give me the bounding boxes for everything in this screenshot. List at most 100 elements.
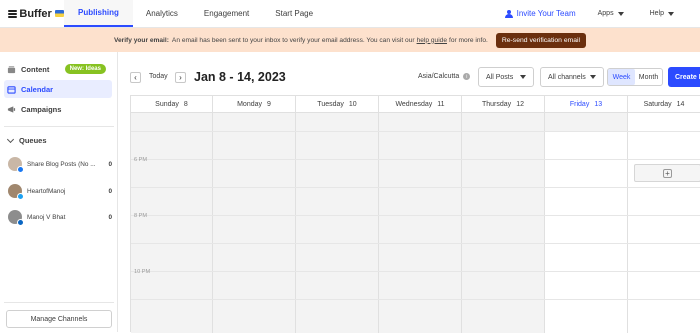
person-add-icon xyxy=(504,9,513,18)
all-channels-dropdown[interactable]: All channels xyxy=(540,67,604,87)
queue-name: Manoj V Bhat xyxy=(27,213,66,221)
calendar-icon xyxy=(7,85,16,94)
day-number: 12 xyxy=(516,100,524,108)
next-week-button[interactable]: › xyxy=(175,72,186,83)
day-column-sunday[interactable] xyxy=(131,113,213,333)
manage-channels-button[interactable]: Manage Channels xyxy=(6,310,112,328)
hour-line xyxy=(131,131,700,132)
help-guide-link[interactable]: help guide xyxy=(417,37,447,44)
day-number: 14 xyxy=(676,100,685,108)
day-column-wednesday[interactable] xyxy=(379,113,462,333)
arrow-left-icon: ‹ xyxy=(134,73,137,82)
chevron-down-icon xyxy=(668,11,674,16)
info-icon[interactable]: i xyxy=(463,73,471,80)
tab-analytics[interactable]: Analytics xyxy=(133,0,191,27)
day-column-saturday[interactable] xyxy=(628,113,700,333)
month-view-button[interactable]: Month xyxy=(635,69,662,85)
chevron-down-icon xyxy=(617,11,624,16)
time-label: 10 PM xyxy=(134,269,151,275)
date-range: Jan 8 - 14, 2023 xyxy=(194,70,286,84)
banner-text: An email has been sent to your inbox to … xyxy=(171,36,415,44)
chevron-down-icon xyxy=(520,75,526,79)
help-menu[interactable]: Help xyxy=(650,10,674,17)
add-post-slot[interactable]: + xyxy=(634,164,700,182)
invite-team-link[interactable]: Invite Your Team xyxy=(504,9,576,18)
queue-name: Share Blog Posts (No ... xyxy=(27,160,96,168)
day-header: Sunday 8 xyxy=(131,96,213,113)
queue-name: HeartofManoj xyxy=(27,187,66,195)
day-header: Tuesday 10 xyxy=(296,96,379,113)
all-posts-dropdown[interactable]: All Posts xyxy=(478,67,534,87)
invite-label: Invite Your Team xyxy=(516,9,576,18)
top-navigation: Buffer Publishing Analytics Engagement S… xyxy=(0,0,700,28)
plus-icon: + xyxy=(663,168,672,178)
twitter-icon xyxy=(17,193,24,200)
new-ideas-badge: New: Ideas xyxy=(64,64,106,74)
banner-text-after: for more info. xyxy=(449,36,488,44)
day-name: Tuesday xyxy=(317,100,344,108)
day-column-friday[interactable] xyxy=(545,113,628,333)
avatar xyxy=(8,157,24,173)
content-icon xyxy=(7,65,16,73)
sidebar-item-label: Content xyxy=(21,64,50,74)
day-name: Thursday xyxy=(482,100,512,108)
prev-week-button[interactable]: ‹ xyxy=(130,72,141,83)
tab-engagement[interactable]: Engagement xyxy=(191,0,262,27)
sidebar-item-campaigns[interactable]: Campaigns xyxy=(4,100,112,118)
queues-heading[interactable]: Queues xyxy=(6,135,47,145)
banner-title: Verify your email: xyxy=(113,36,169,44)
day-name: Monday xyxy=(237,100,262,108)
day-column-thursday[interactable] xyxy=(462,113,545,333)
day-header: Monday 9 xyxy=(213,96,296,113)
timezone-label: Asia/Calcutta xyxy=(418,73,460,80)
linkedin-icon xyxy=(17,219,24,226)
resend-verification-button[interactable]: Re-send verification email xyxy=(495,32,587,48)
queue-count: 0 xyxy=(108,213,112,221)
arrow-right-icon: › xyxy=(179,73,182,82)
facebook-icon xyxy=(17,166,24,173)
chevron-down-icon xyxy=(6,135,15,144)
hour-line xyxy=(131,299,700,300)
create-post-button[interactable]: Create Post xyxy=(668,67,700,87)
hour-line xyxy=(131,215,700,216)
tab-publishing[interactable]: Publishing xyxy=(64,0,133,27)
day-column-monday[interactable] xyxy=(213,113,296,333)
apps-menu[interactable]: Apps xyxy=(598,10,624,17)
day-number: 8 xyxy=(183,100,188,108)
day-name: Wednesday xyxy=(395,100,433,108)
time-label: 8 PM xyxy=(134,213,148,219)
sidebar: Content New: Ideas Calendar Campaigns Qu… xyxy=(0,52,118,332)
day-number: 10 xyxy=(348,100,357,108)
avatar xyxy=(8,210,24,226)
buffer-logo[interactable]: Buffer xyxy=(0,0,64,27)
queue-item[interactable]: HeartofManoj 0 xyxy=(8,183,112,200)
today-button[interactable]: Today xyxy=(149,73,168,80)
sidebar-item-content[interactable]: Content New: Ideas xyxy=(4,60,112,78)
day-header-today: Friday 13 xyxy=(545,96,628,113)
past-slot xyxy=(545,113,627,131)
sidebar-item-label: Campaigns xyxy=(21,104,62,114)
apps-label: Apps xyxy=(597,10,614,17)
sidebar-item-calendar[interactable]: Calendar xyxy=(4,80,112,98)
chevron-down-icon xyxy=(590,75,596,79)
day-header: Wednesday 11 xyxy=(379,96,462,113)
verify-email-banner: Verify your email: An email has been sen… xyxy=(0,28,700,52)
sidebar-divider xyxy=(4,126,114,127)
hour-line xyxy=(131,271,700,272)
help-label: Help xyxy=(649,10,664,17)
queue-item[interactable]: Manoj V Bhat 0 xyxy=(8,209,112,226)
day-header: Saturday 14 xyxy=(628,96,700,113)
queue-item[interactable]: Share Blog Posts (No ... 0 xyxy=(8,156,112,173)
queue-count: 0 xyxy=(108,187,112,195)
calendar-toolbar: ‹ Today › Jan 8 - 14, 2023 Asia/Calcutta… xyxy=(130,67,700,89)
hour-line xyxy=(131,187,700,188)
timezone-display: Asia/Calcutta i xyxy=(418,73,471,80)
hour-line xyxy=(131,159,700,160)
sidebar-item-label: Calendar xyxy=(21,84,54,94)
day-header: Thursday 12 xyxy=(462,96,545,113)
time-label: 6 PM xyxy=(134,157,148,163)
tab-start-page[interactable]: Start Page xyxy=(262,0,326,27)
week-view-button[interactable]: Week xyxy=(608,69,635,85)
day-number: 13 xyxy=(594,100,603,108)
day-column-tuesday[interactable] xyxy=(296,113,379,333)
